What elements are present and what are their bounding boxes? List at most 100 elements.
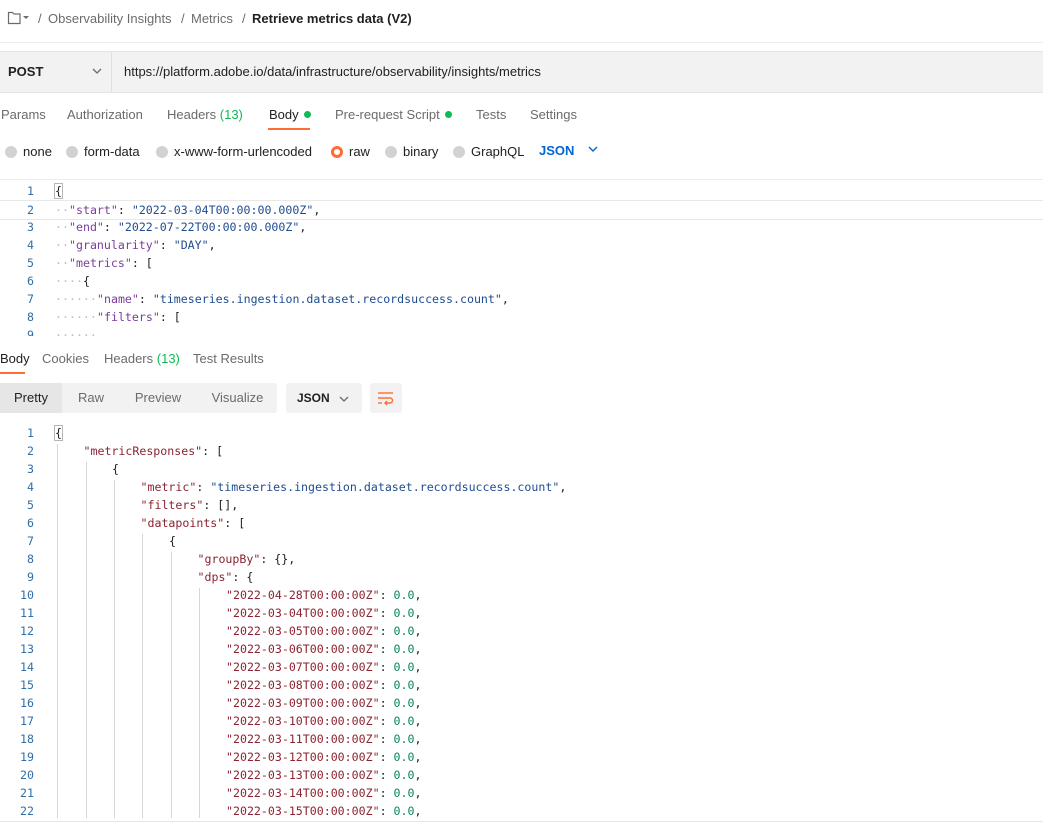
json-string: "timeseries.ingestion.dataset.recordsucc…: [210, 480, 560, 494]
chevron-down-icon[interactable]: [90, 64, 104, 78]
response-tab-headers[interactable]: Headers (13): [104, 351, 180, 366]
json-punct: [: [173, 310, 181, 324]
breadcrumb-request-name[interactable]: Retrieve metrics data (V2): [252, 10, 412, 28]
headers-count: (13): [219, 107, 243, 122]
response-tab-test-results[interactable]: Test Results: [193, 351, 264, 366]
json-number: 0.0: [393, 624, 415, 638]
tab-tests[interactable]: Tests: [476, 107, 506, 122]
response-tab-body[interactable]: Body: [0, 351, 30, 366]
json-punct: ,: [414, 786, 422, 800]
body-format-select[interactable]: JSON: [539, 143, 600, 158]
view-raw[interactable]: Raw: [62, 383, 120, 413]
breadcrumb-separator: /: [181, 11, 185, 26]
url-input[interactable]: https://platform.adobe.io/data/infrastru…: [124, 64, 541, 79]
line-number: 17: [20, 714, 34, 728]
radio-label: binary: [403, 144, 439, 159]
json-punct: ,: [414, 768, 422, 782]
radio-label: form-data: [84, 144, 140, 159]
line-number: 8: [27, 310, 34, 324]
radio-raw[interactable]: raw: [331, 144, 370, 159]
tab-body-label: Body: [269, 107, 299, 122]
json-key: "2022-03-15T00:00:00Z": [226, 804, 380, 818]
radio-label: none: [23, 144, 52, 159]
json-number: 0.0: [393, 786, 415, 800]
method-select[interactable]: POST: [8, 64, 43, 79]
tab-params[interactable]: Params: [1, 107, 46, 122]
response-body-viewer[interactable]: 1{2 "metricResponses": [3{4 "metric": "tim…: [0, 422, 1043, 818]
code-line: 22 "2022-03-15T00:00:00Z": 0.0,: [0, 802, 1043, 818]
wrap-lines-icon: [378, 392, 394, 406]
json-punct: {},: [274, 552, 296, 566]
request-body-editor[interactable]: 1{2 ·· "start": "2022-03-04T00:00:00.000Z"…: [0, 179, 1043, 336]
json-key: "start": [69, 203, 118, 217]
code-line: 7{: [0, 532, 1043, 550]
json-key: "datapoints": [140, 516, 225, 530]
json-string: "2022-03-04T00:00:00.000Z": [131, 203, 314, 217]
code-line: 2 ·· "start": "2022-03-04T00:00:00.000Z",: [0, 200, 1043, 220]
code-line: 4 "metric": "timeseries.ingestion.dataset…: [0, 478, 1043, 496]
tab-authorization[interactable]: Authorization: [67, 107, 143, 122]
code-line: 3{: [0, 460, 1043, 478]
json-punct: ,: [414, 606, 422, 620]
tab-prerequest-script[interactable]: Pre-request Script: [335, 107, 452, 122]
json-punct: ,: [299, 220, 307, 234]
status-dot-icon: [444, 111, 452, 118]
radio-graphql[interactable]: GraphQL: [453, 144, 524, 159]
collection-icon[interactable]: [7, 10, 29, 28]
code-line: 6 "datapoints": [: [0, 514, 1043, 532]
json-punct: ,: [414, 588, 422, 602]
radio-urlencoded[interactable]: x-www-form-urlencoded: [156, 144, 312, 159]
json-key: "filters": [140, 498, 204, 512]
view-pretty[interactable]: Pretty: [0, 383, 62, 413]
tab-body[interactable]: Body: [269, 107, 311, 122]
json-punct: ,: [559, 480, 567, 494]
breadcrumb-folder[interactable]: Metrics: [191, 10, 233, 28]
request-url-bar: POST https://platform.adobe.io/data/infr…: [0, 51, 1043, 93]
line-number: 5: [27, 256, 34, 270]
json-key: "2022-03-10T00:00:00Z": [226, 714, 380, 728]
indent-guide: [199, 588, 200, 818]
view-visualize[interactable]: Visualize: [198, 383, 277, 413]
code-line: 19 "2022-03-12T00:00:00Z": 0.0,: [0, 748, 1043, 766]
code-line: 10 "2022-04-28T00:00:00Z": 0.0,: [0, 586, 1043, 604]
line-number: 7: [27, 534, 34, 548]
code-line: 18 "2022-03-11T00:00:00Z": 0.0,: [0, 730, 1043, 748]
line-number: 22: [20, 804, 34, 818]
code-line: 5 ·· "metrics": [: [0, 254, 1043, 272]
line-number: 20: [20, 768, 34, 782]
code-line: 2 "metricResponses": [: [0, 442, 1043, 460]
line-number: 14: [20, 660, 34, 674]
response-format-select[interactable]: JSON: [286, 383, 362, 413]
json-number: 0.0: [393, 750, 415, 764]
chevron-down-icon: [339, 396, 349, 402]
line-number: 3: [27, 462, 34, 476]
view-preview[interactable]: Preview: [120, 383, 196, 413]
json-key: "metric": [140, 480, 197, 494]
json-key: "filters": [97, 310, 160, 324]
radio-none[interactable]: none: [5, 144, 52, 159]
code-line: 20 "2022-03-13T00:00:00Z": 0.0,: [0, 766, 1043, 784]
response-tab-cookies[interactable]: Cookies: [42, 351, 89, 366]
code-line: 9 ······: [0, 326, 1043, 336]
json-string: "2022-07-22T00:00:00.000Z": [117, 220, 300, 234]
line-number: 19: [20, 750, 34, 764]
wrap-lines-button[interactable]: [370, 383, 402, 413]
line-number: 13: [20, 642, 34, 656]
radio-circle-icon: [66, 146, 78, 158]
breadcrumb: / Observability Insights / Metrics / Ret…: [0, 0, 1043, 43]
json-key: "dps": [197, 570, 233, 584]
line-number: 18: [20, 732, 34, 746]
code-line: 5 "filters": [],: [0, 496, 1043, 514]
line-number: 2: [27, 203, 34, 217]
code-line: 21 "2022-03-14T00:00:00Z": 0.0,: [0, 784, 1043, 802]
json-punct: ,: [414, 804, 422, 818]
radio-binary[interactable]: binary: [385, 144, 439, 159]
json-key: "granularity": [69, 238, 160, 252]
breadcrumb-collection[interactable]: Observability Insights: [48, 10, 172, 28]
radio-form-data[interactable]: form-data: [66, 144, 140, 159]
line-number: 9: [27, 570, 34, 584]
code-line: 6 ····{: [0, 272, 1043, 290]
tab-settings[interactable]: Settings: [530, 107, 577, 122]
tab-headers[interactable]: Headers (13): [167, 107, 243, 122]
indent-guide: [86, 462, 87, 818]
